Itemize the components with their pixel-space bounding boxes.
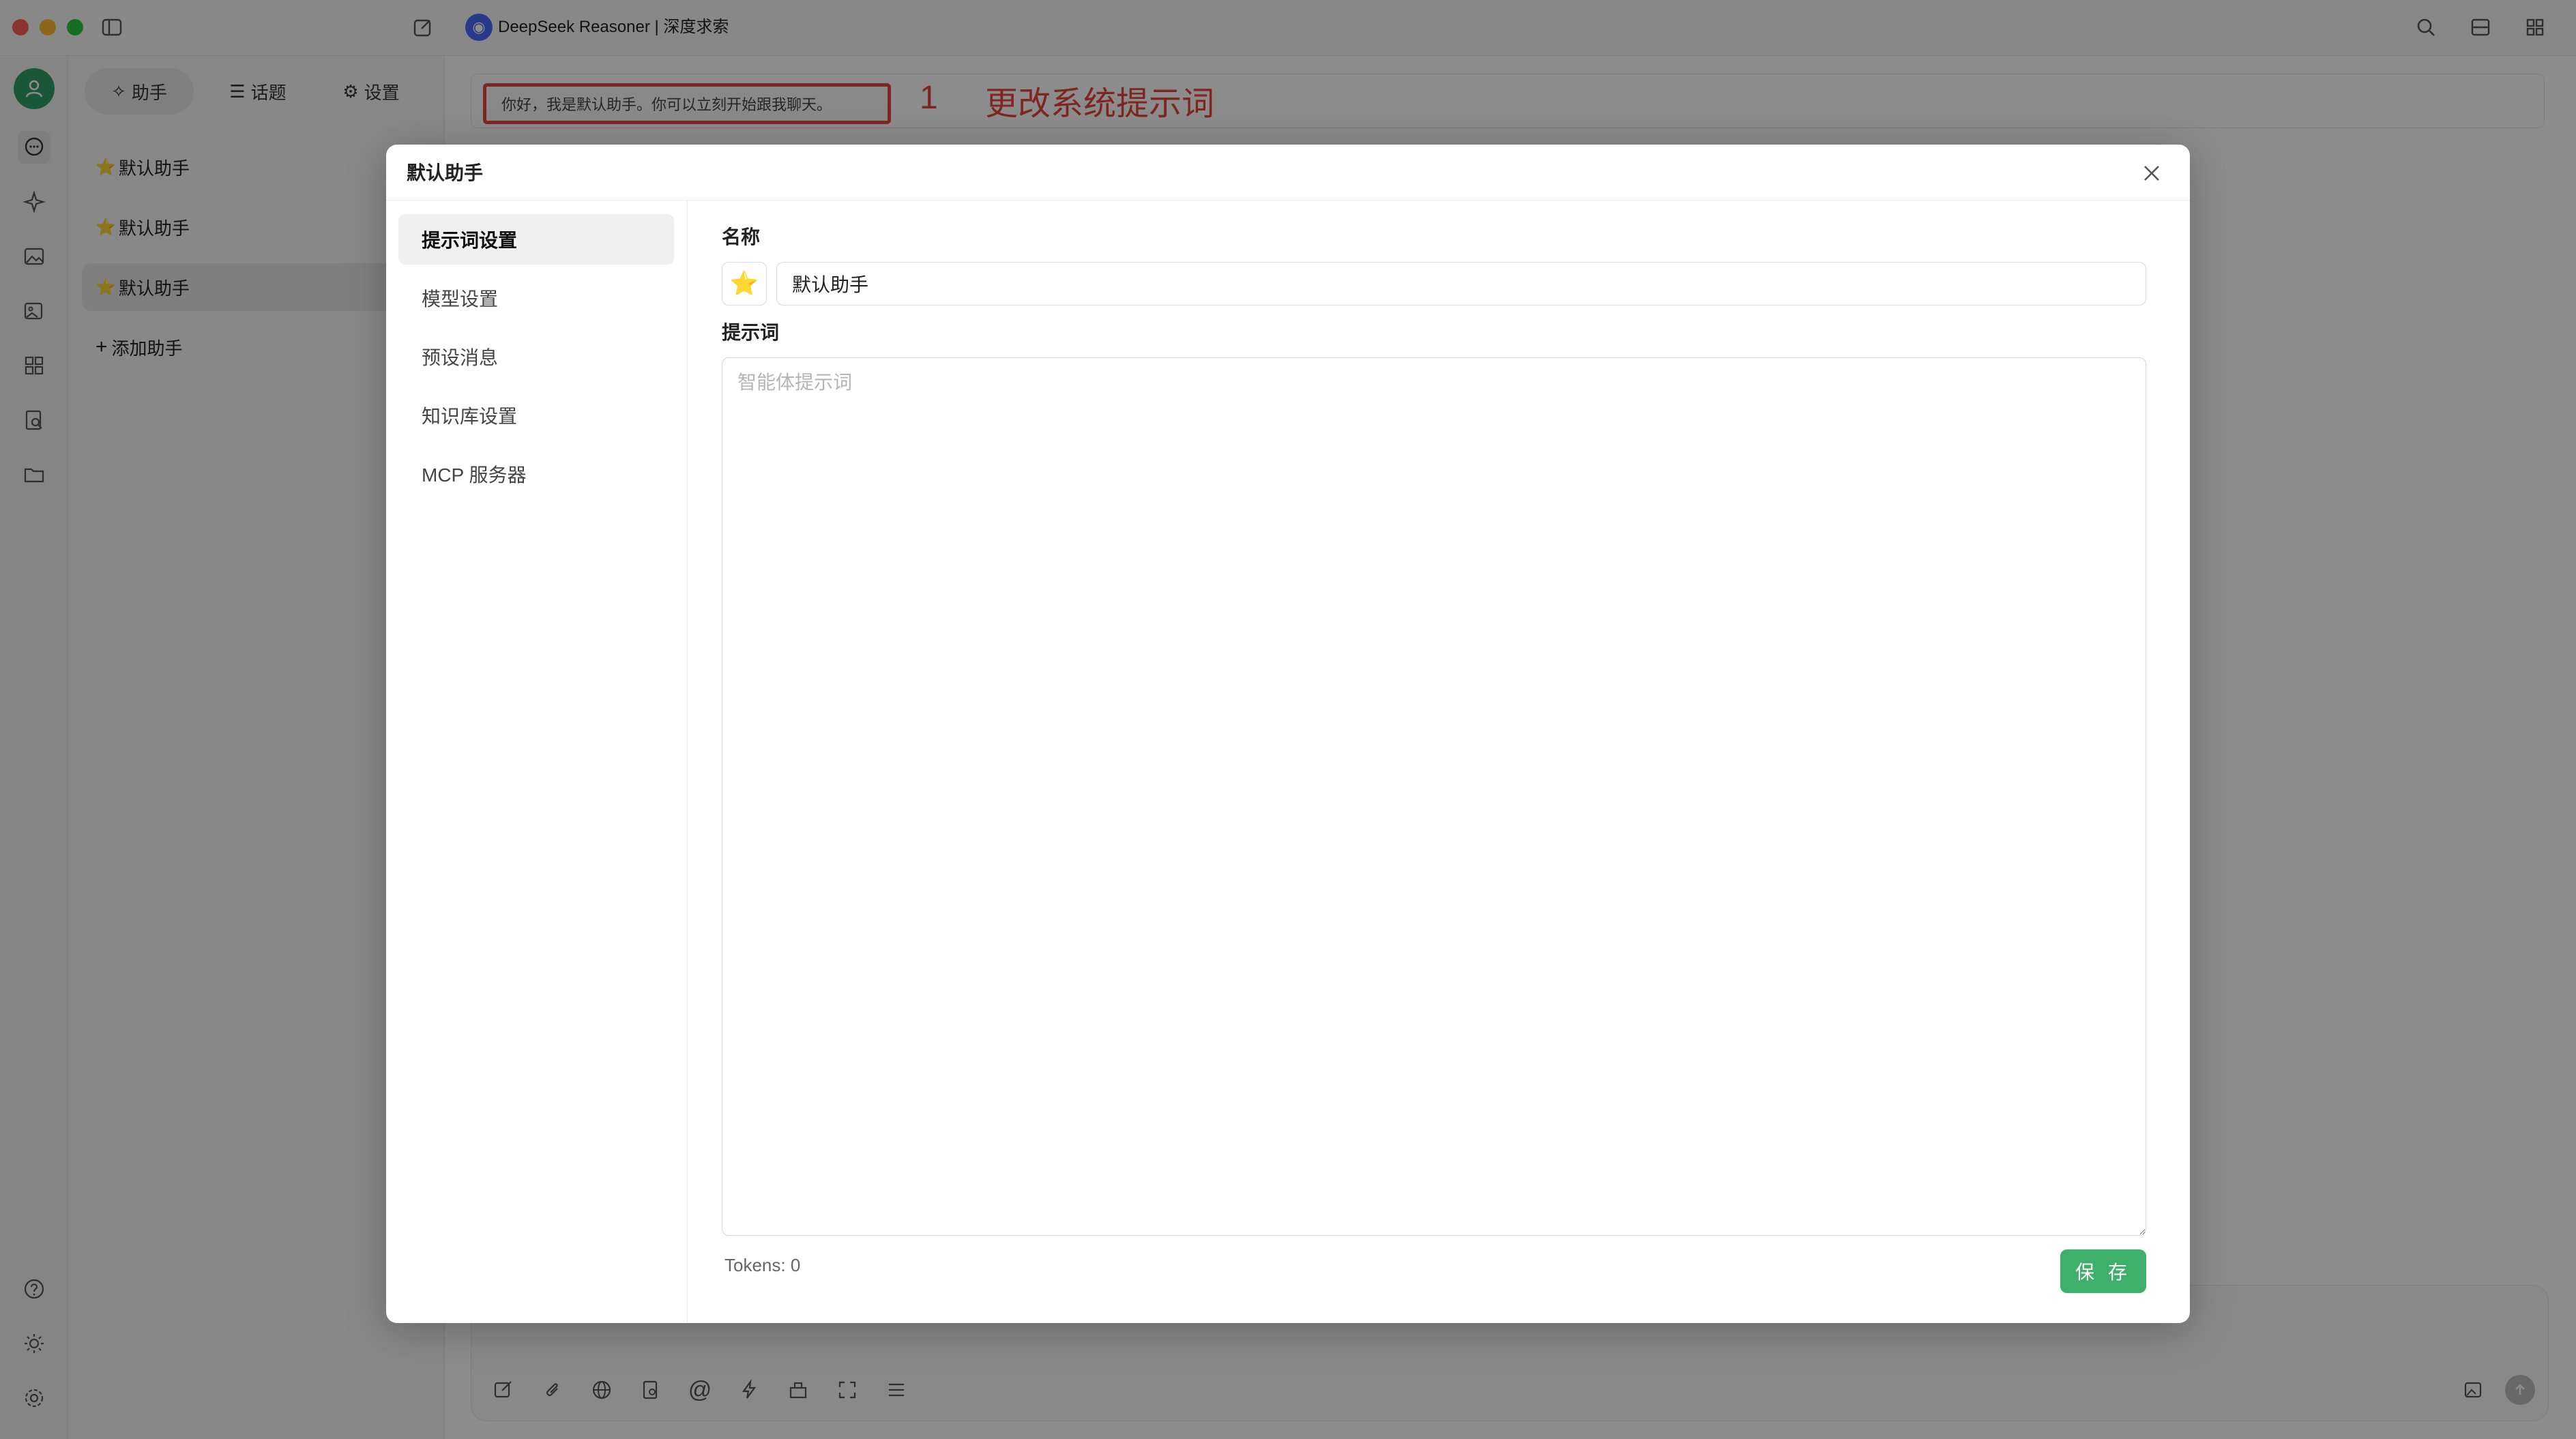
close-icon[interactable]: [2135, 157, 2168, 190]
dialog-nav: 提示词设置 模型设置 预设消息 知识库设置 MCP 服务器: [386, 201, 688, 1323]
nav-mcp-servers[interactable]: MCP 服务器: [398, 449, 674, 499]
star-emoji-icon: ⭐: [729, 271, 759, 297]
emoji-picker-button[interactable]: ⭐: [722, 262, 767, 306]
dialog-header: 默认助手: [386, 145, 2190, 201]
save-button[interactable]: 保 存: [2060, 1249, 2146, 1293]
name-input[interactable]: [776, 262, 2146, 306]
prompt-label: 提示词: [722, 322, 780, 343]
name-label: 名称: [722, 226, 761, 248]
assistant-settings-dialog: 默认助手 提示词设置 模型设置 预设消息 知识库设置 MCP 服务器 名称 ⭐ …: [386, 145, 2190, 1323]
prompt-textarea[interactable]: [722, 357, 2146, 1236]
token-count: Tokens: 0: [724, 1255, 801, 1275]
nav-knowledge-base-settings[interactable]: 知识库设置: [398, 390, 674, 441]
nav-model-settings[interactable]: 模型设置: [398, 273, 674, 323]
nav-prompt-settings[interactable]: 提示词设置: [398, 214, 674, 265]
nav-preset-messages[interactable]: 预设消息: [398, 331, 674, 382]
dialog-title: 默认助手: [407, 162, 484, 183]
